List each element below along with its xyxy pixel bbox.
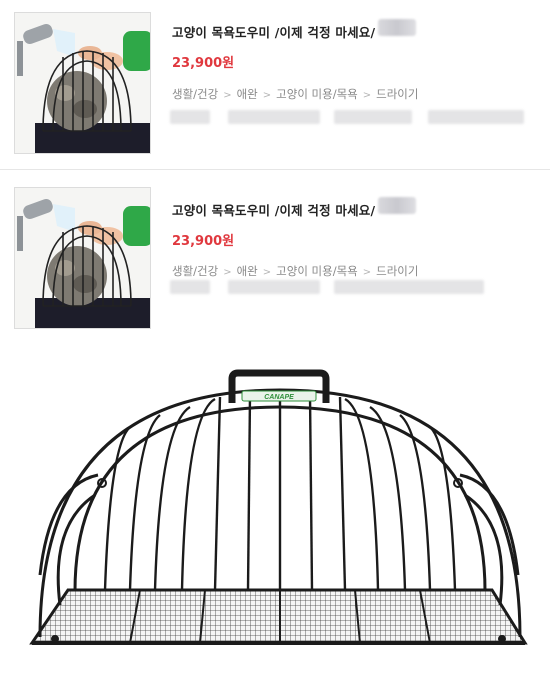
product-thumbnail[interactable] [14,12,151,154]
category-level-2[interactable]: 애완 [237,264,258,278]
category-level-4[interactable]: 드라이기 [376,87,418,101]
product-thumbnail[interactable] [14,187,151,329]
brand-logo: CANAPE [264,394,294,401]
category-breadcrumb: 생활/건강 > 애완 > 고양이 미용/목욕 > 드라이기 [172,263,418,279]
product-title[interactable]: 고양이 목욕도우미 /이제 걱정 마세요/ [172,22,375,41]
listing-divider [0,169,550,170]
redacted-info [228,280,320,294]
product-price: 23,900원 [172,56,235,71]
category-level-2[interactable]: 애완 [237,87,258,101]
chevron-right-icon: > [362,267,372,278]
cat-bath-thumbnail-image [15,188,150,328]
product-price: 23,900원 [172,234,235,249]
redacted-title-suffix [378,19,416,36]
product-title[interactable]: 고양이 목욕도우미 /이제 걱정 마세요/ [172,200,375,219]
redacted-title-suffix [378,197,416,214]
category-level-3[interactable]: 고양이 미용/목욕 [276,264,358,278]
product-listing[interactable]: 고양이 목욕도우미 /이제 걱정 마세요/ 23,900원 생활/건강 > 애완 > 고… [0,0,550,170]
chevron-right-icon: > [362,90,372,101]
category-level-1[interactable]: 생활/건강 [172,87,218,101]
redacted-info [428,110,524,124]
redacted-info [228,110,320,124]
category-breadcrumb: 생활/건강 > 애완 > 고양이 미용/목욕 > 드라이기 [172,86,418,102]
chevron-right-icon: > [262,90,272,101]
product-listing[interactable]: 고양이 목욕도우미 /이제 걱정 마세요/ 23,900원 생활/건강 > 애완 > 고… [0,173,550,343]
redacted-info [170,280,210,294]
cat-bath-thumbnail-image [15,13,150,153]
chevron-right-icon: > [223,267,232,278]
redacted-info [334,280,484,294]
redacted-info [334,110,412,124]
category-level-3[interactable]: 고양이 미용/목욕 [276,87,358,101]
category-level-4[interactable]: 드라이기 [376,264,418,278]
category-level-1[interactable]: 생활/건강 [172,264,218,278]
chevron-right-icon: > [223,90,232,101]
chevron-right-icon: > [262,267,272,278]
product-main-image: CANAPE [20,365,540,670]
cat-bath-cage-image: CANAPE [20,365,540,670]
redacted-info [170,110,210,124]
